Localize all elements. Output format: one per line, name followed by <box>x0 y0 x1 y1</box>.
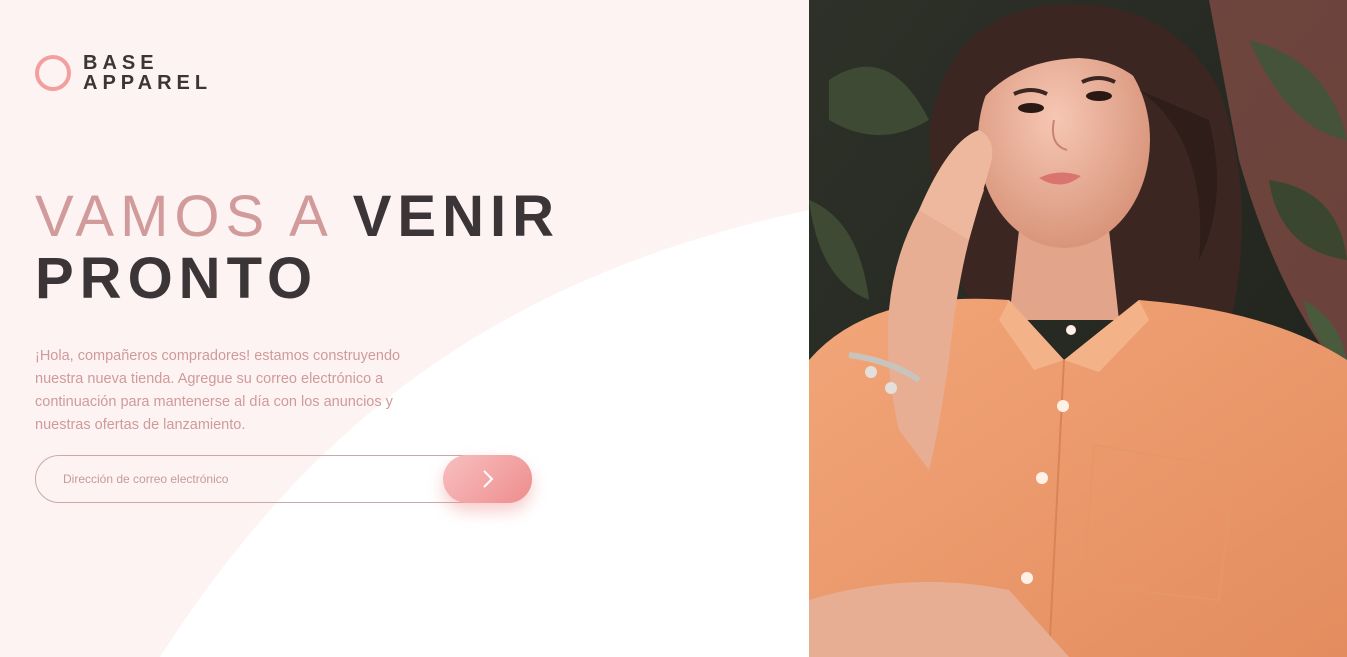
background-curve <box>160 210 809 657</box>
logo-wordmark: BASE APPAREL <box>83 53 212 93</box>
logo-line-2: APPAREL <box>83 72 213 94</box>
signup-form <box>35 455 532 503</box>
brand-logo[interactable]: BASE APPAREL <box>35 53 212 93</box>
chevron-right-icon <box>482 470 493 488</box>
headline-dark-2: PRONTO <box>35 246 319 311</box>
submit-button[interactable] <box>443 455 532 503</box>
logo-ring-icon <box>35 55 71 91</box>
page-title: VAMOS A VENIR PRONTO <box>35 186 655 310</box>
content-panel: BASE APPAREL VAMOS A VENIR PRONTO ¡Hola,… <box>0 0 809 657</box>
portrait-photo <box>809 0 1347 657</box>
hero-photo <box>809 0 1347 657</box>
coming-soon-page: BASE APPAREL VAMOS A VENIR PRONTO ¡Hola,… <box>0 0 1347 657</box>
intro-text: ¡Hola, compañeros compradores! estamos c… <box>35 348 401 433</box>
headline-light: VAMOS A <box>35 184 331 249</box>
logo-line-1: BASE <box>83 52 159 74</box>
headline-dark-1: VENIR <box>352 184 560 249</box>
